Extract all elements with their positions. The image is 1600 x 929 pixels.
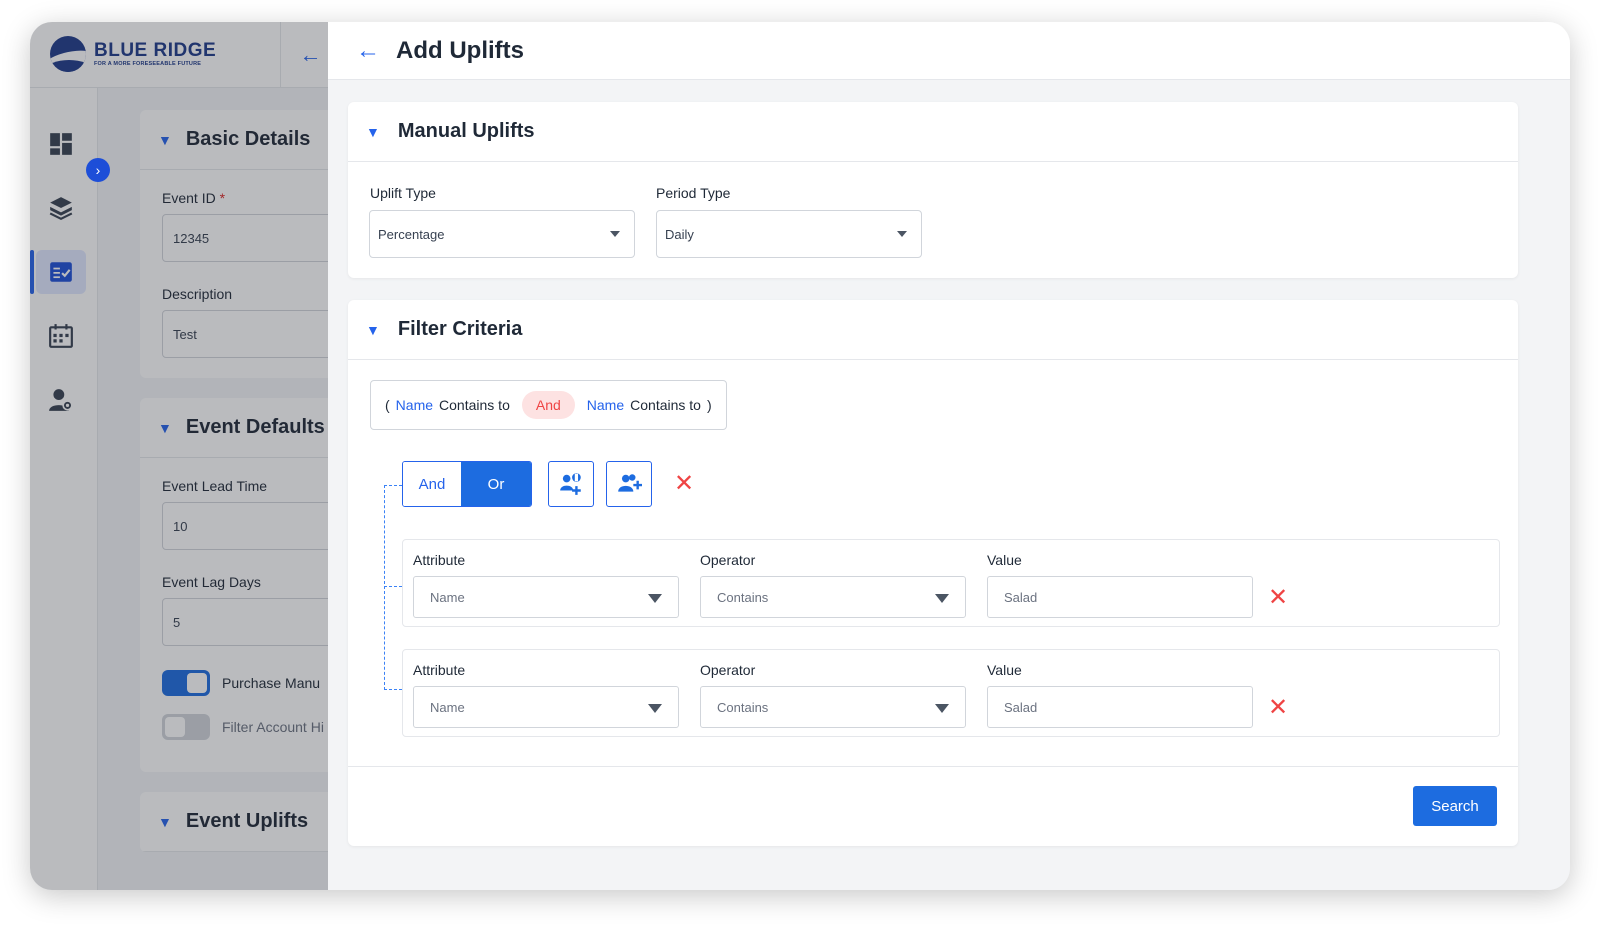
- condition-row: Attribute Name Operator Contains Value S…: [402, 649, 1500, 737]
- uplift-type-label: Uplift Type: [370, 185, 436, 201]
- close-paren: ): [706, 397, 712, 413]
- drawer-title: Add Uplifts: [396, 36, 524, 64]
- caret-down-icon: [648, 594, 662, 603]
- app-window: BLUE RIDGE FOR A MORE FORESEEABLE FUTURE…: [30, 22, 1570, 890]
- add-uplifts-drawer: ← Add Uplifts ▼ Manual Uplifts Uplift Ty…: [328, 22, 1570, 890]
- tree-connector: [384, 586, 402, 587]
- manual-uplifts-title: Manual Uplifts: [397, 120, 535, 142]
- attribute-select[interactable]: Name: [413, 686, 679, 728]
- attribute-value: Name: [430, 589, 465, 605]
- or-button[interactable]: Or: [461, 462, 531, 506]
- add-group-icon: [618, 474, 642, 492]
- attribute-value: Name: [430, 699, 465, 715]
- period-type-select[interactable]: Daily: [656, 210, 922, 258]
- tree-connector: [384, 485, 385, 690]
- uplift-type-select[interactable]: Percentage: [369, 210, 635, 258]
- period-type-value: Daily: [665, 226, 694, 242]
- footer-divider: [348, 766, 1518, 767]
- value-input[interactable]: Salad: [987, 576, 1253, 618]
- modal-overlay[interactable]: [30, 22, 328, 890]
- add-condition-button[interactable]: [548, 461, 594, 507]
- remove-group-icon[interactable]: ✕: [674, 472, 694, 496]
- filter-expression-summary: ( Name Contains to And Name Contains to …: [370, 380, 727, 430]
- remove-condition-icon[interactable]: ✕: [1268, 696, 1288, 720]
- summary-attr-2[interactable]: Name: [587, 397, 624, 413]
- operator-select[interactable]: Contains: [700, 576, 966, 618]
- caret-down-icon: [935, 704, 949, 713]
- attribute-label: Attribute: [413, 552, 466, 568]
- period-type-label: Period Type: [656, 185, 731, 201]
- back-arrow-icon[interactable]: ←: [356, 38, 380, 63]
- caret-down-icon: [897, 231, 907, 237]
- chevron-down-icon[interactable]: ▼: [366, 124, 380, 140]
- filter-criteria-title: Filter Criteria: [397, 318, 523, 340]
- caret-down-icon: [935, 594, 949, 603]
- manual-uplifts-card: ▼ Manual Uplifts Uplift Type Percentage …: [348, 102, 1518, 278]
- expand-nav-chevron-icon[interactable]: ›: [86, 158, 110, 182]
- search-button[interactable]: Search: [1413, 786, 1497, 826]
- filter-criteria-card: ▼ Filter Criteria ( Name Contains to And…: [348, 300, 1518, 846]
- logic-toggle: And Or: [402, 461, 532, 507]
- remove-condition-icon[interactable]: ✕: [1268, 586, 1288, 610]
- attribute-label: Attribute: [413, 662, 466, 678]
- chevron-down-icon[interactable]: ▼: [366, 322, 380, 338]
- operator-select[interactable]: Contains: [700, 686, 966, 728]
- condition-row: Attribute Name Operator Contains Value S…: [402, 539, 1500, 627]
- summary-op-2: Contains to: [630, 397, 701, 413]
- operator-label: Operator: [700, 662, 756, 678]
- and-button[interactable]: And: [403, 462, 461, 506]
- summary-attr-1[interactable]: Name: [396, 397, 433, 413]
- operator-label: Operator: [700, 552, 756, 568]
- uplift-type-value: Percentage: [378, 226, 445, 242]
- attribute-select[interactable]: Name: [413, 576, 679, 618]
- tree-connector: [384, 689, 402, 690]
- open-paren: (: [385, 397, 390, 413]
- operator-value: Contains: [717, 589, 769, 605]
- add-rule-icon: [560, 473, 581, 495]
- value-label: Value: [987, 662, 1022, 678]
- summary-op-1: Contains to: [439, 397, 510, 413]
- operator-value: Contains: [717, 699, 769, 715]
- add-group-button[interactable]: [606, 461, 652, 507]
- value-label: Value: [987, 552, 1022, 568]
- drawer-header: ← Add Uplifts: [328, 22, 1570, 80]
- tree-connector: [384, 485, 402, 486]
- caret-down-icon: [610, 231, 620, 237]
- value-input[interactable]: Salad: [987, 686, 1253, 728]
- summary-joiner-badge: And: [521, 391, 575, 419]
- caret-down-icon: [648, 704, 662, 713]
